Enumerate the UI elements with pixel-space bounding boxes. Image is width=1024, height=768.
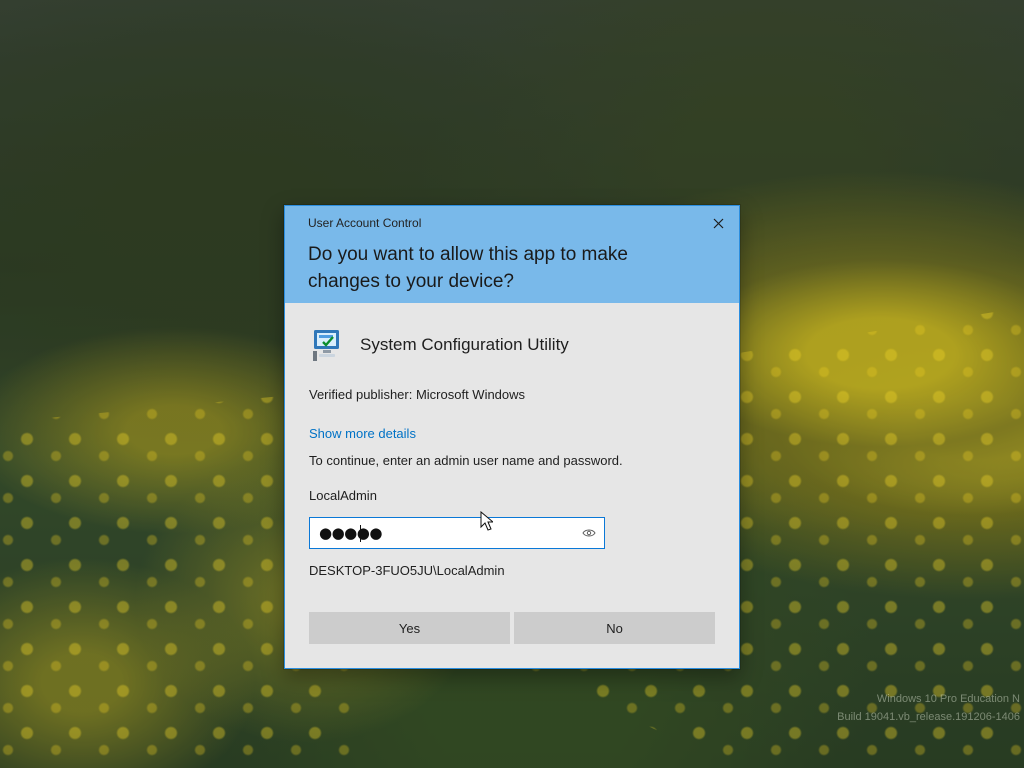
app-name: System Configuration Utility — [360, 335, 569, 354]
yes-button[interactable]: Yes — [309, 612, 510, 644]
verified-publisher: Verified publisher: Microsoft Windows — [309, 387, 526, 402]
windows-build-text: Build 19041.vb_release.191206-1406 — [837, 711, 1020, 723]
app-identity-row: System Configuration Utility — [310, 326, 700, 364]
dialog-title: User Account Control — [308, 216, 422, 230]
show-more-details-link[interactable]: Show more details — [309, 425, 416, 443]
windows-edition-text: Windows 10 Pro Education N — [876, 693, 1020, 705]
dialog-header: User Account Control Do you want to allo… — [285, 206, 739, 303]
close-icon — [713, 218, 723, 228]
text-caret — [360, 525, 361, 542]
system-configuration-icon — [313, 330, 339, 361]
user-account-control-dialog: User Account Control Do you want to allo… — [284, 205, 740, 669]
password-mask: ●●●●● — [319, 524, 382, 542]
close-button[interactable] — [707, 212, 729, 234]
admin-username: LocalAdmin — [309, 488, 377, 503]
permission-question: Do you want to allow this app to make ch… — [308, 244, 629, 292]
domain-user-label: DESKTOP-3FUO5JU\LocalAdmin — [309, 563, 505, 578]
credential-instruction: To continue, enter an admin user name an… — [309, 453, 623, 468]
password-input[interactable]: ●●●●● — [309, 517, 605, 549]
eye-icon[interactable] — [582, 527, 596, 539]
windows-watermark: Windows 10 Pro Education N Build 19041.v… — [824, 690, 1020, 726]
no-button[interactable]: No — [514, 612, 715, 644]
